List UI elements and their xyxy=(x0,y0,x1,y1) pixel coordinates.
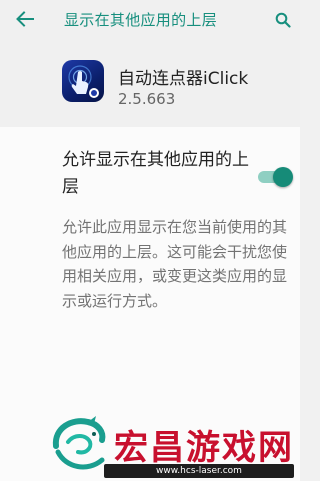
back-button[interactable] xyxy=(12,8,38,30)
arrow-left-icon xyxy=(16,11,34,27)
watermark-logo: 宏昌游戏网 www.hcs-laser.com xyxy=(48,408,300,481)
search-button[interactable] xyxy=(272,9,294,31)
app-bar: 显示在其他应用的上层 xyxy=(0,0,300,40)
app-info-header: 自动连点器iClick 2.5.663 xyxy=(0,40,300,127)
page-title: 显示在其他应用的上层 xyxy=(64,11,218,29)
toggle-thumb xyxy=(273,167,293,187)
overlay-permission-toggle[interactable] xyxy=(258,167,293,187)
dragon-logo-icon xyxy=(52,416,106,470)
app-name: 自动连点器iClick xyxy=(118,69,249,89)
watermark-url: www.hcs-laser.com xyxy=(104,464,294,478)
search-icon xyxy=(275,12,291,28)
overlay-permission-row[interactable]: 允许显示在其他应用的上层 xyxy=(0,137,300,203)
overlay-permission-label: 允许显示在其他应用的上层 xyxy=(62,150,249,197)
watermark-title: 宏昌游戏网 xyxy=(114,428,294,468)
tap-finger-app-icon xyxy=(62,60,104,102)
app-version: 2.5.663 xyxy=(118,90,176,108)
permission-description: 允许此应用显示在您当前使用的其他应用的上层。这可能会干扰您使用相关应用，或变更这… xyxy=(62,218,288,310)
